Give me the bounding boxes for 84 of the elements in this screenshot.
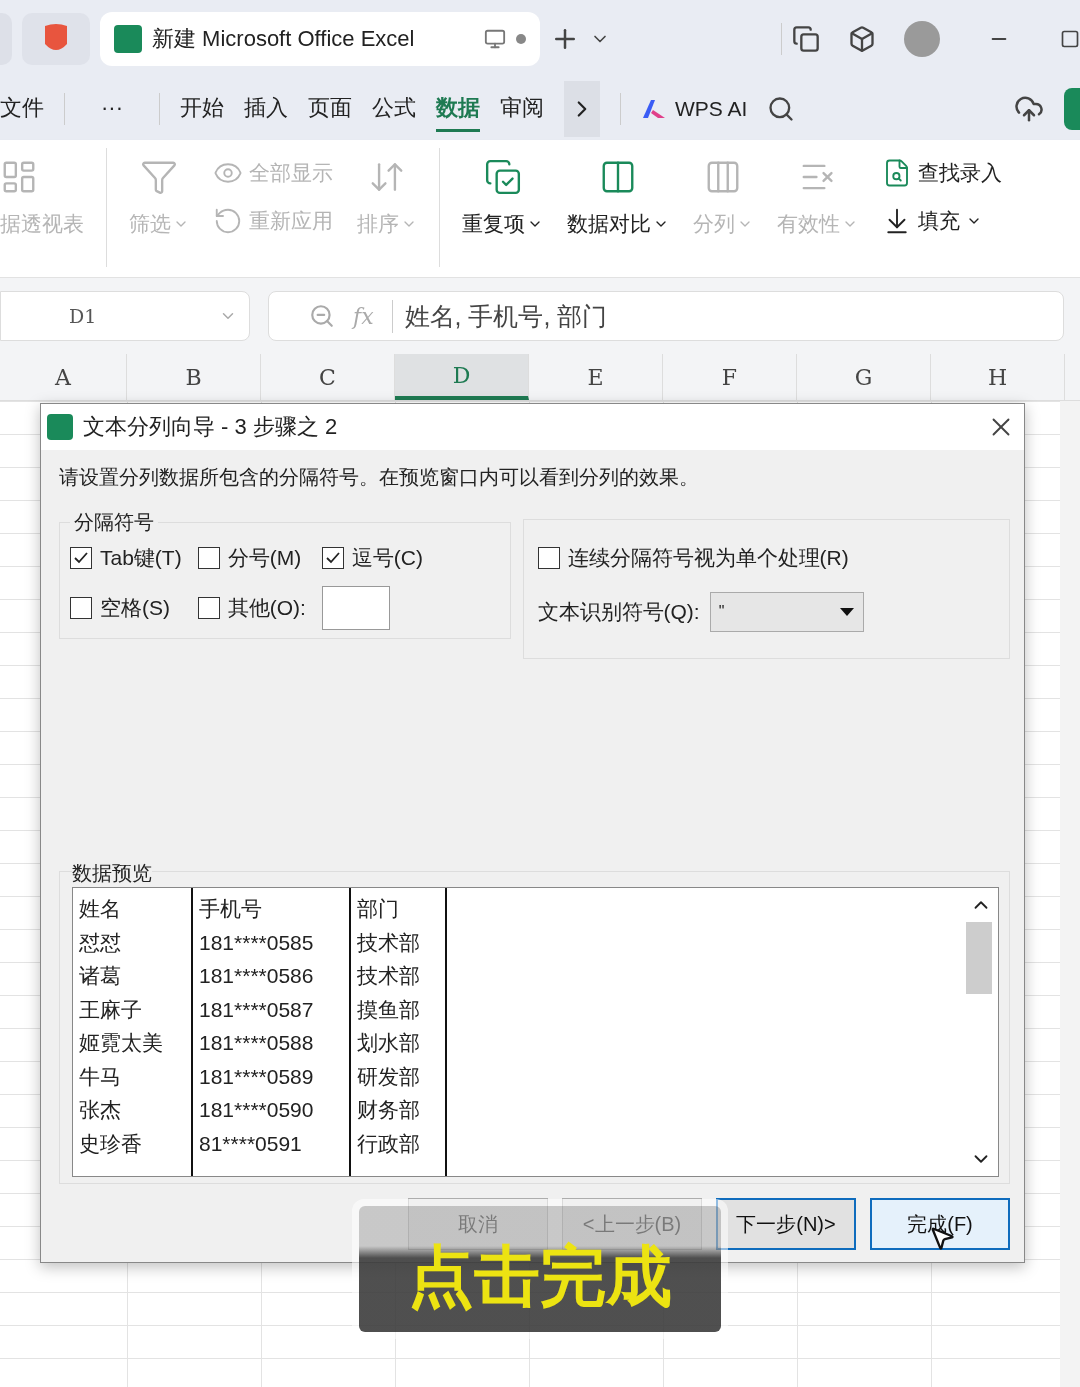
- checkbox[interactable]: [70, 597, 92, 619]
- menu-tab[interactable]: 插入: [244, 86, 288, 132]
- preview-cell-text: 181****0587: [199, 996, 315, 1023]
- ribbon-button[interactable]: 填充: [882, 206, 1002, 236]
- preview-cell-text: 姬霓太美: [79, 1030, 164, 1056]
- formula-text: 姓名, 手机号, 部门: [391, 299, 608, 333]
- dialog-title: 文本分列向导 - 3 步骤之 2: [83, 413, 339, 441]
- spreadsheet-icon: [114, 25, 142, 53]
- reapply-icon: [213, 206, 243, 236]
- preview-cell-text: 181****0585: [199, 929, 315, 956]
- delimiter-option[interactable]: 空格(S): [70, 594, 182, 622]
- preview-cell-text: 诸葛: [79, 963, 122, 989]
- document-tab[interactable]: 新建 Microsoft Office Excel: [100, 12, 540, 66]
- app-tab[interactable]: [22, 13, 90, 65]
- ai-logo-icon: [641, 98, 667, 120]
- search-icon[interactable]: [767, 95, 796, 123]
- preview-cell-text: 技术部: [357, 963, 421, 989]
- preview-cell-text: 财务部: [357, 1097, 421, 1123]
- preview-cell-text: 181****0588: [199, 1030, 315, 1056]
- duplicate-icon: [483, 158, 522, 196]
- preview-cell-text: 史珍香: [79, 1130, 143, 1157]
- column-header[interactable]: F: [663, 354, 797, 400]
- menu-tab[interactable]: 审阅: [500, 86, 544, 132]
- checkbox[interactable]: [321, 547, 344, 569]
- column-header[interactable]: A: [0, 354, 127, 400]
- spreadsheet-icon: [47, 414, 73, 440]
- menu-tab[interactable]: 数据: [436, 86, 480, 132]
- preview-cell-text: 181****0589: [199, 1063, 315, 1090]
- delimiter-option[interactable]: Tab键(T): [70, 544, 182, 572]
- scrollbar-thumb[interactable]: [966, 922, 992, 994]
- preview-cell-text: 81****0591: [199, 1130, 303, 1157]
- dialog-button[interactable]: 下一步(N)>: [716, 1198, 856, 1250]
- name-box[interactable]: D1: [0, 291, 250, 341]
- menu-tab[interactable]: ···: [101, 88, 123, 130]
- group-legend: 分隔符号: [70, 509, 158, 536]
- menu-tab[interactable]: 文件: [0, 86, 44, 132]
- menu-tab[interactable]: 公式: [372, 86, 416, 132]
- unsaved-dot-icon: [516, 34, 526, 44]
- preview-cell-text: 技术部: [357, 929, 421, 956]
- preview-cell-text: 摸鱼部: [357, 996, 421, 1023]
- delimiter-option[interactable]: 其他(O):: [197, 594, 306, 622]
- ribbon-button[interactable]: 重复项: [452, 148, 553, 277]
- checkbox[interactable]: [197, 547, 220, 569]
- ribbon-button[interactable]: 查找录入: [882, 158, 1002, 188]
- preview-cell-text: 手机号: [199, 896, 263, 922]
- cube-icon[interactable]: [848, 25, 876, 53]
- delimiter-option[interactable]: 逗号(C): [321, 544, 423, 572]
- other-delimiter-field[interactable]: [321, 586, 390, 630]
- preview-cell-text: 怼怼: [79, 929, 122, 956]
- preview-cell-text: 181****0586: [199, 963, 315, 989]
- preview-cell-text: 牛马: [79, 1063, 122, 1090]
- column-header[interactable]: E: [529, 354, 663, 400]
- preview-cell-text: 行政部: [357, 1130, 421, 1157]
- preview-cell-text: 王麻子: [79, 996, 143, 1023]
- monitor-icon[interactable]: [484, 28, 506, 50]
- checkbox[interactable]: [537, 547, 560, 569]
- scroll-right-icon[interactable]: [564, 81, 600, 137]
- checkbox[interactable]: [70, 547, 92, 569]
- menu-tab[interactable]: 页面: [308, 86, 352, 132]
- preview-cell-text: 划水部: [357, 1030, 421, 1056]
- wps-ai-button[interactable]: WPS AI: [641, 97, 748, 121]
- column-header[interactable]: H: [931, 354, 1065, 400]
- share-button[interactable]: [1064, 88, 1080, 130]
- cloud-upload-icon[interactable]: [1014, 94, 1044, 124]
- consecutive-option[interactable]: 连续分隔符号视为单个处理(R): [537, 544, 995, 572]
- preview-cell-text: 181****0590: [199, 1097, 315, 1123]
- window-copy-icon[interactable]: [792, 25, 820, 53]
- delimiter-option[interactable]: 分号(M): [197, 544, 306, 572]
- preview-cell-text: 姓名: [79, 896, 122, 922]
- qualifier-select[interactable]: ": [709, 592, 864, 632]
- preview-cell-text: 张杰: [79, 1097, 122, 1123]
- ribbon-button[interactable]: 数据对比: [557, 148, 679, 277]
- column-header[interactable]: D: [395, 354, 529, 400]
- column-header[interactable]: G: [797, 354, 931, 400]
- instruction-text: 请设置分列数据所包含的分隔符号。在预览窗口内可以看到分列的效果。: [59, 465, 700, 490]
- tab-title: 新建 Microsoft Office Excel: [152, 25, 416, 53]
- menu-tab[interactable]: 开始: [180, 86, 224, 132]
- column-header[interactable]: B: [127, 354, 261, 400]
- preview-cell-text: 研发部: [357, 1063, 421, 1090]
- maximize-icon[interactable]: [1060, 29, 1080, 49]
- checkbox[interactable]: [197, 597, 220, 619]
- preview-cell-text: 部门: [357, 896, 400, 922]
- qualifier-label: 文本识别符号(Q):: [537, 599, 700, 625]
- caret-icon: [838, 607, 855, 617]
